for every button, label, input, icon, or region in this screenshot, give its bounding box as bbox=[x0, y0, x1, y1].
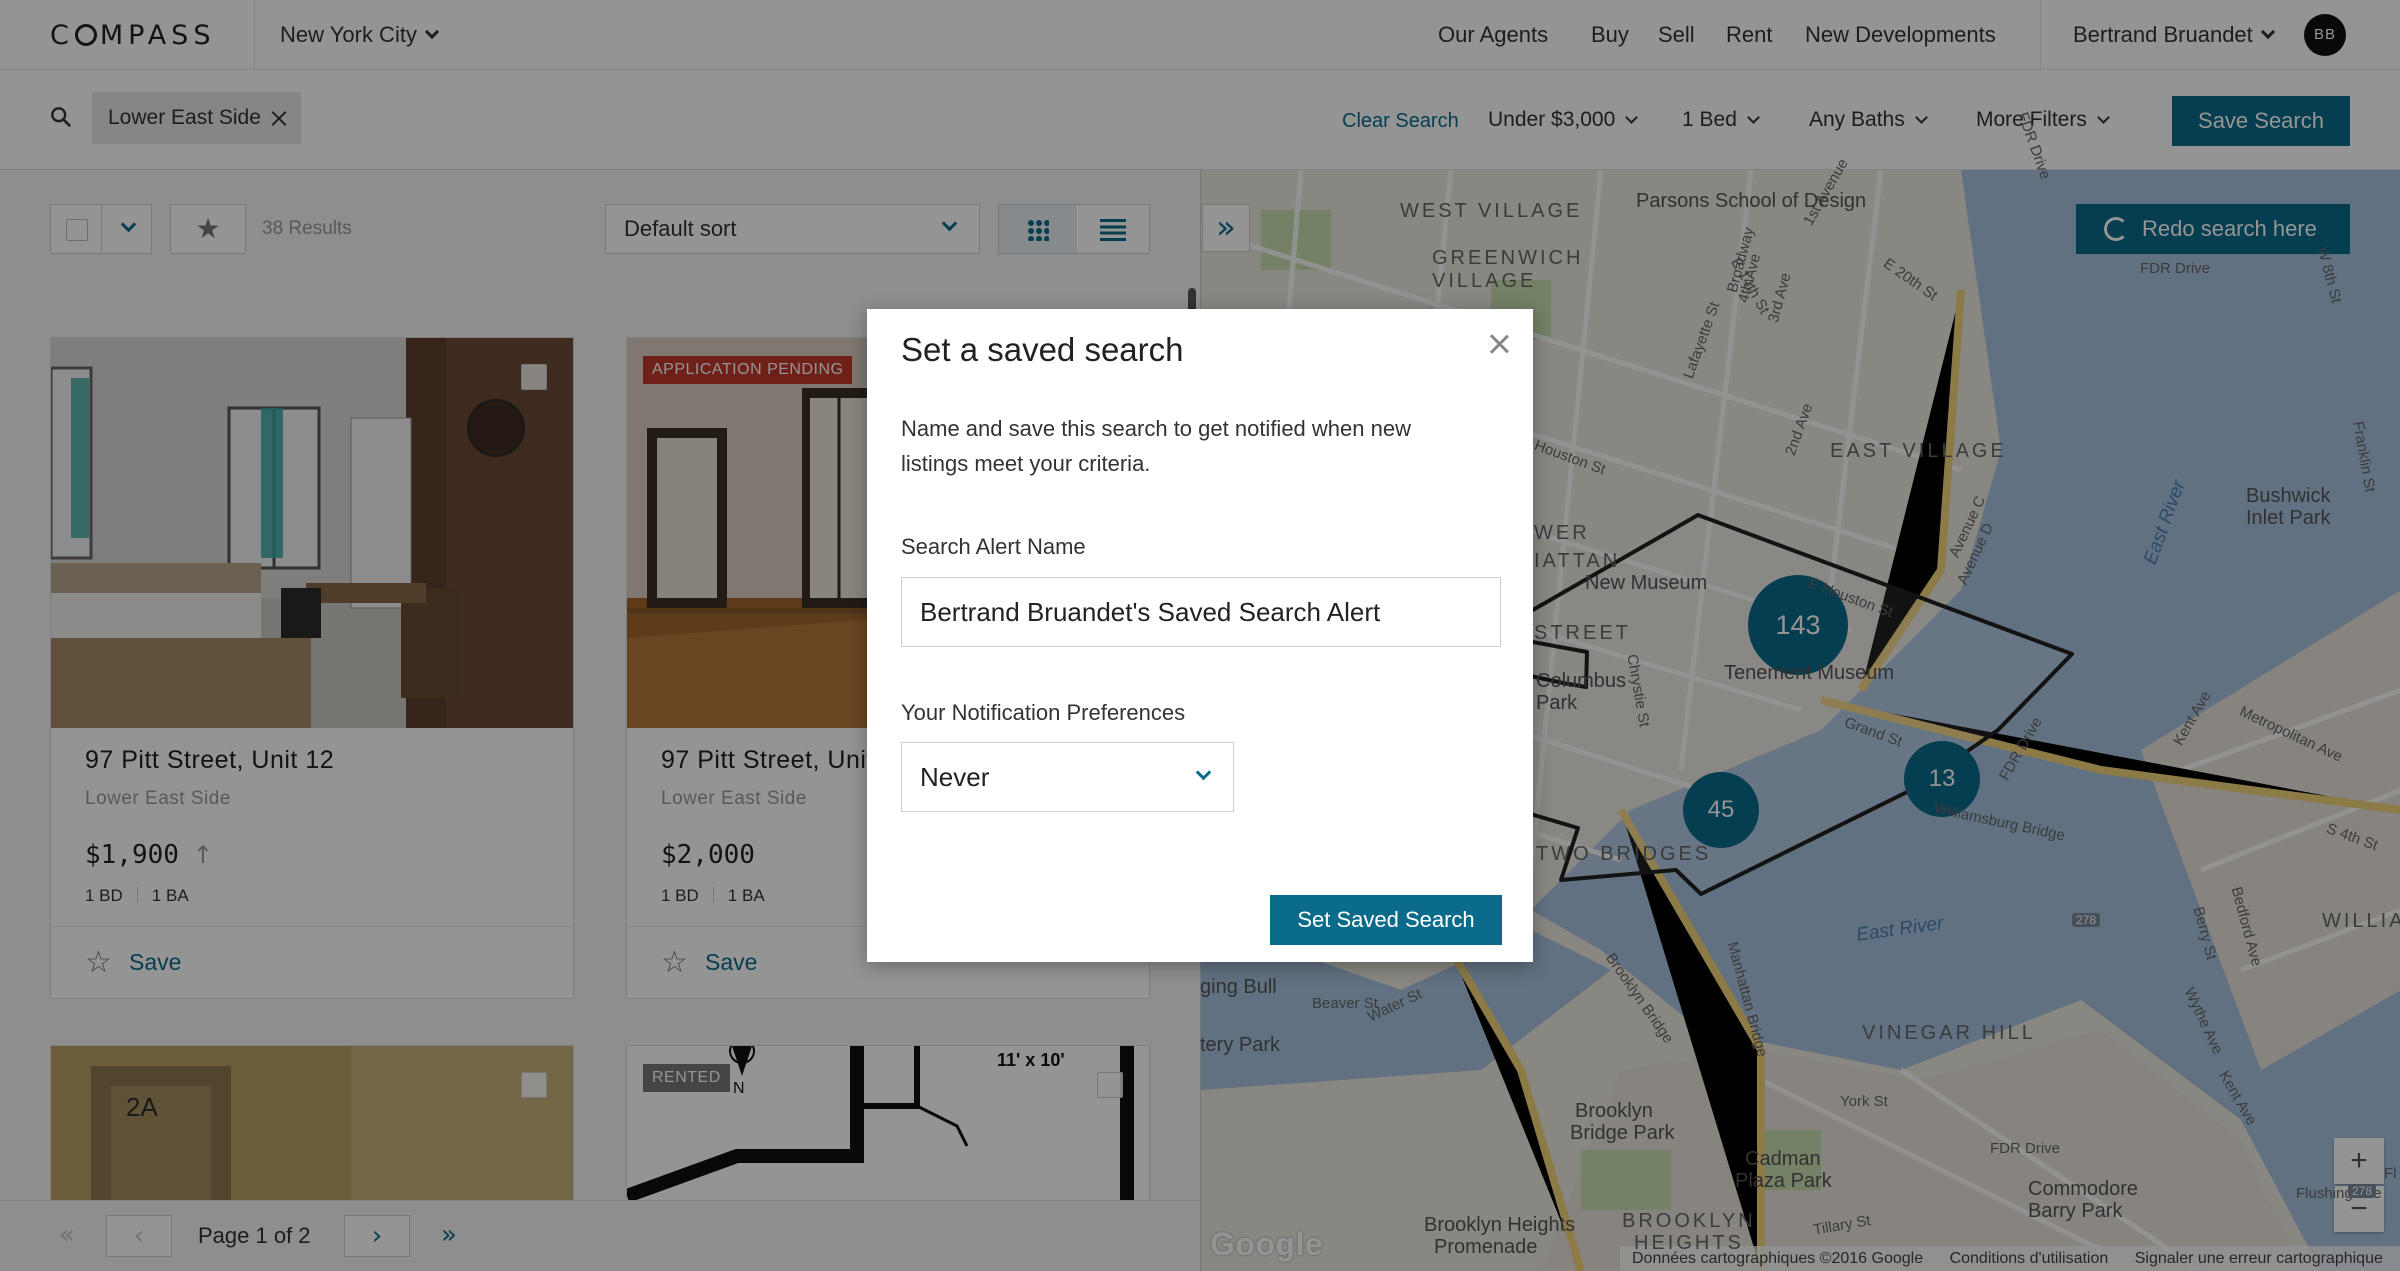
saved-search-modal: Set a saved search Name and save this se… bbox=[867, 309, 1533, 962]
modal-description: Name and save this search to get notifie… bbox=[901, 416, 1411, 476]
search-alert-name-input[interactable] bbox=[901, 577, 1501, 647]
search-alert-name-label: Search Alert Name bbox=[901, 534, 1086, 559]
close-icon[interactable] bbox=[1484, 329, 1514, 359]
modal-title: Set a saved search bbox=[901, 331, 1184, 368]
chevron-down-icon bbox=[1195, 764, 1212, 781]
set-saved-search-button[interactable]: Set Saved Search bbox=[1270, 895, 1502, 945]
notification-preferences-select[interactable]: Never bbox=[901, 742, 1234, 812]
notification-preferences-label: Your Notification Preferences bbox=[901, 700, 1186, 725]
